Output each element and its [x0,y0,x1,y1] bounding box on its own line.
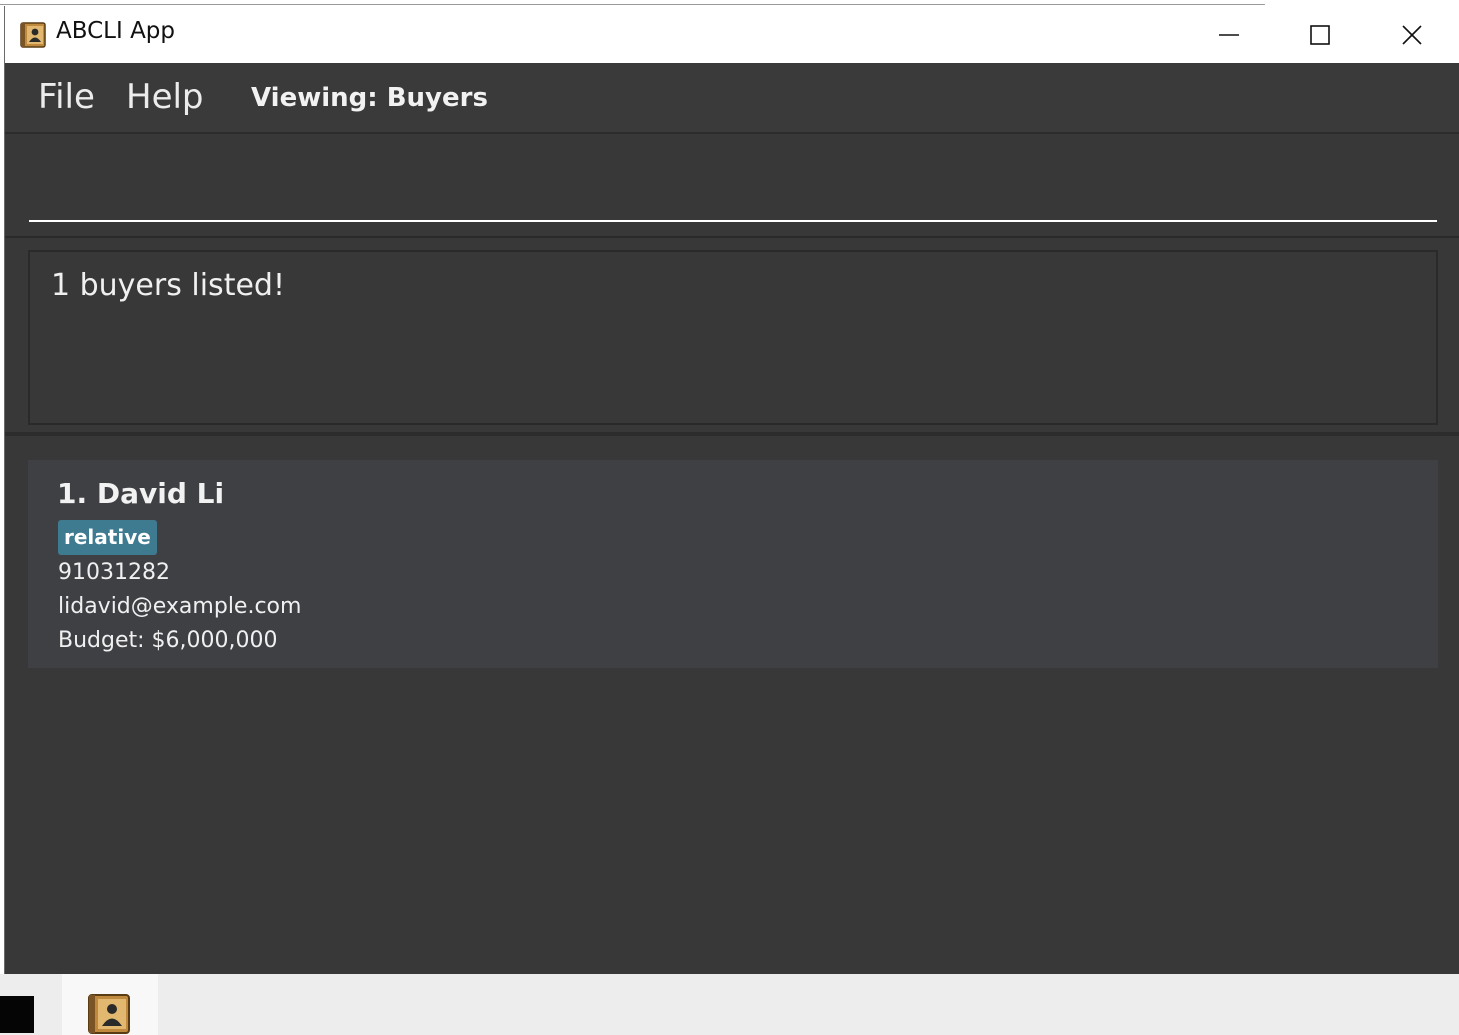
address-book-icon [88,994,130,1034]
result-display: 1 buyers listed! [28,250,1438,425]
menu-bar: File Help Viewing: Buyers [5,63,1459,134]
buyer-card[interactable]: 1. David Li relative 91031282 lidavid@ex… [28,460,1438,668]
maximize-button[interactable] [1274,6,1366,63]
menu-file[interactable]: File [38,77,95,117]
title-bar[interactable]: ABCLI App [5,6,1459,63]
result-display-panel: 1 buyers listed! [5,238,1459,436]
background-window-border [0,4,1265,5]
buyer-name: 1. David Li [57,477,225,510]
terminal-icon[interactable] [0,996,34,1033]
close-icon [1401,24,1423,46]
menu-help[interactable]: Help [126,77,204,117]
close-button[interactable] [1366,6,1458,63]
taskbar-app-button[interactable] [62,974,158,1035]
app-window: ABCLI App File Help Viewing: Buyers 1 bu… [4,6,1459,974]
desktop: ABCLI App File Help Viewing: Buyers 1 bu… [0,0,1459,1035]
result-message: 1 buyers listed! [51,268,285,303]
tag-badge: relative [58,520,157,555]
window-title: ABCLI App [56,18,176,44]
buyer-list[interactable]: 1. David Li relative 91031282 lidavid@ex… [5,436,1459,974]
taskbar [0,974,1459,1035]
viewing-label: Viewing: Buyers [251,83,488,113]
command-input[interactable] [29,154,1437,222]
buyer-budget: Budget: $6,000,000 [58,628,278,653]
buyer-email: lidavid@example.com [58,594,302,619]
command-box [5,134,1459,238]
minimize-button[interactable] [1183,6,1275,63]
address-book-icon [20,22,46,48]
buyer-phone: 91031282 [58,560,170,585]
minimize-icon [1218,24,1240,46]
maximize-icon [1309,24,1331,46]
